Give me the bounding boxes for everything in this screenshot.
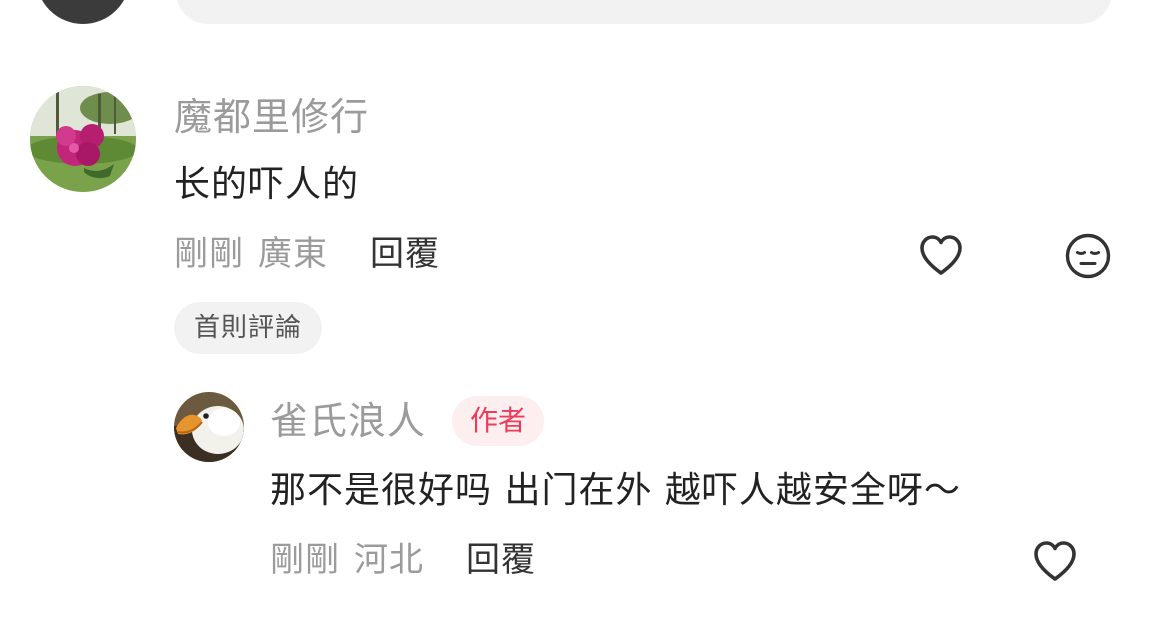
reply-reply-button[interactable]: 回覆 — [466, 540, 536, 580]
reply-time: 剛剛 — [270, 540, 340, 580]
reply-text: 那不是很好吗 出门在外 越吓人越安全呀～ — [270, 470, 961, 511]
previous-comment-bubble — [176, 0, 1112, 24]
comment-meta: 剛剛 廣東 — [174, 234, 328, 274]
author-avatar[interactable] — [174, 392, 244, 462]
heart-outline-icon[interactable] — [918, 233, 964, 277]
comment-location: 廣東 — [258, 234, 328, 274]
comment-reply-button[interactable]: 回覆 — [370, 234, 440, 274]
reply-location: 河北 — [354, 540, 424, 580]
reply-meta: 剛剛 河北 — [270, 540, 424, 580]
author-username[interactable]: 雀氏浪人 — [270, 398, 426, 444]
reply-heart-outline-icon[interactable] — [1032, 539, 1078, 583]
comment-text: 长的吓人的 — [174, 164, 360, 205]
pinned-comment-badge: 首則評論 — [174, 302, 323, 354]
commenter-avatar[interactable] — [30, 86, 136, 192]
commenter-username[interactable]: 魔都里修行 — [174, 94, 369, 140]
neutral-face-icon[interactable] — [1064, 232, 1112, 280]
previous-comment-avatar[interactable] — [36, 0, 130, 24]
comment-time: 剛剛 — [174, 234, 244, 274]
author-badge: 作者 — [452, 396, 545, 446]
